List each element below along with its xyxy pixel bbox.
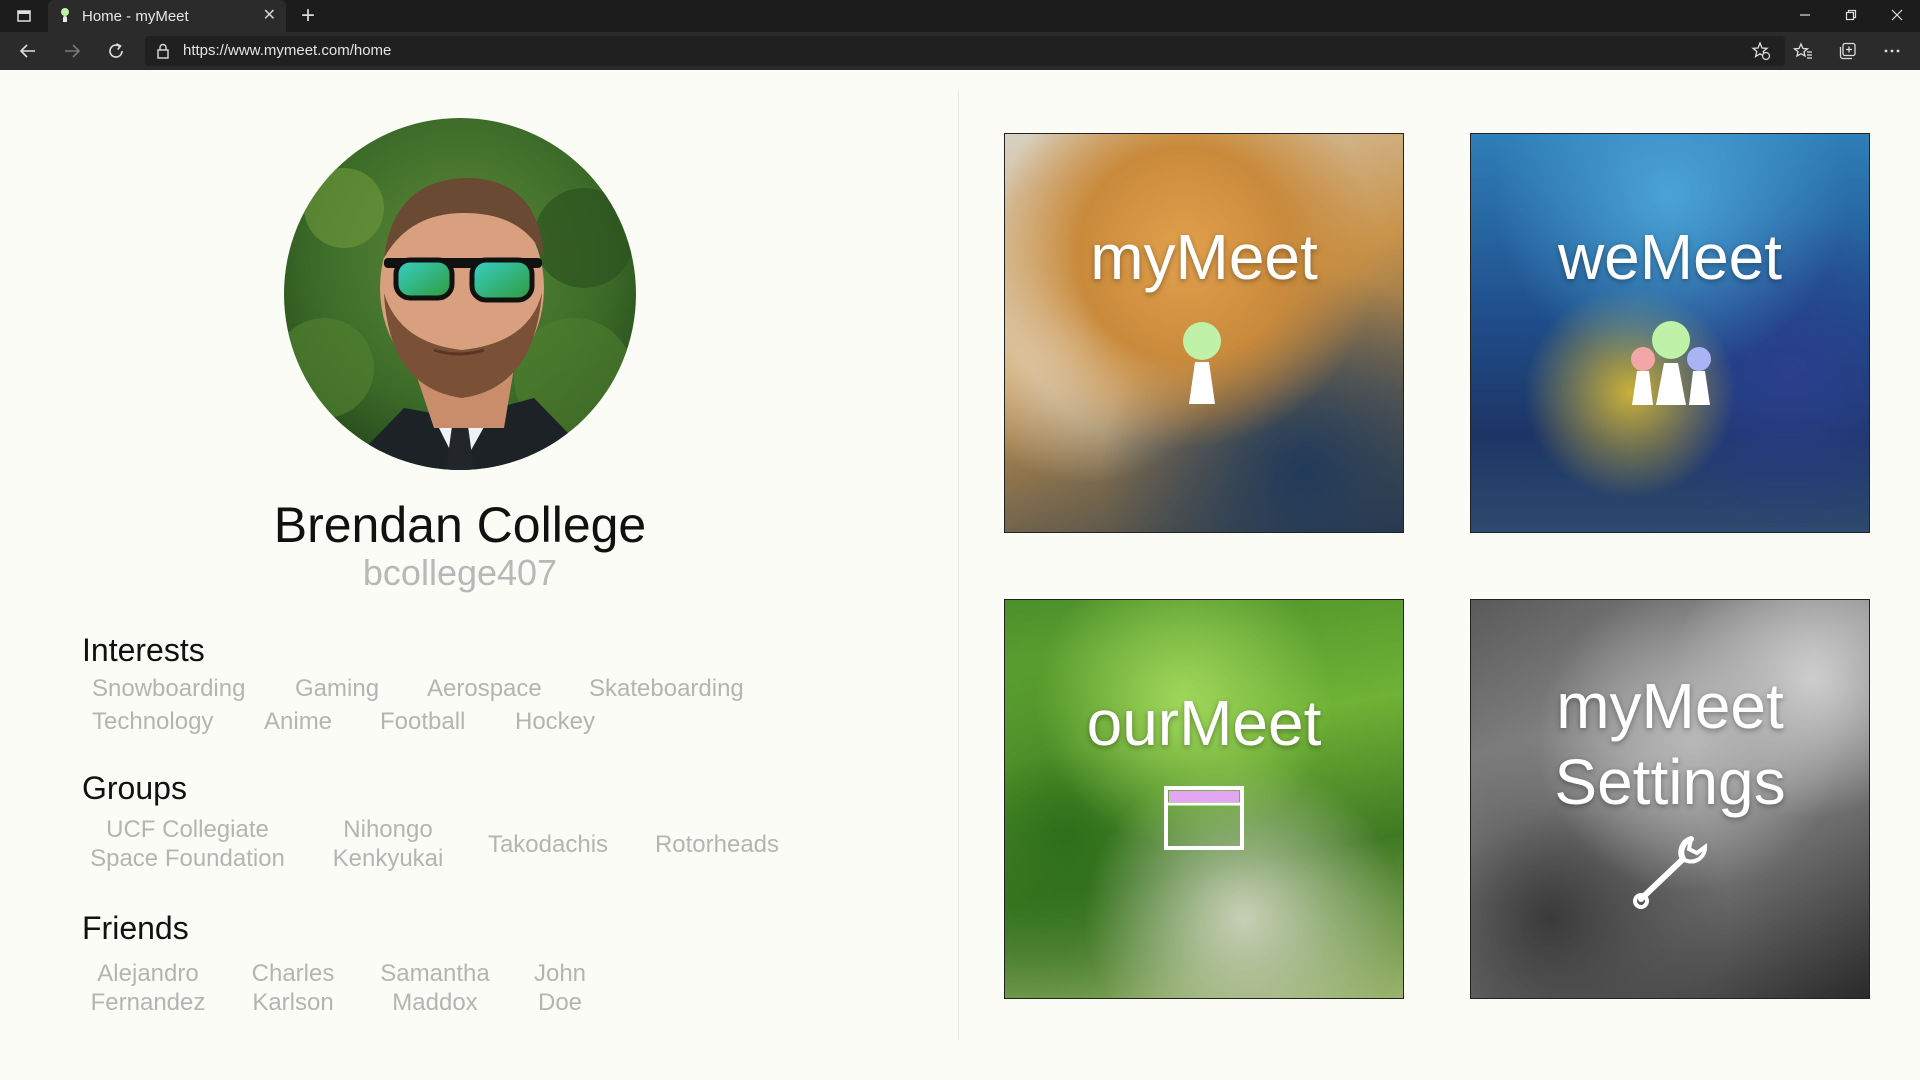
profile-username: bcollege407 (362, 552, 558, 593)
interest-item[interactable]: Anime (264, 708, 332, 736)
new-tab-button[interactable]: + (294, 2, 322, 30)
friend-item[interactable]: Alejandro Fernandez (82, 959, 214, 1017)
avatar-image (284, 118, 636, 470)
ourmeet-tile[interactable]: ourMeet (1004, 599, 1404, 999)
add-favorite-icon[interactable] (1751, 41, 1771, 61)
tab-actions-icon (17, 10, 31, 22)
wemeet-tile-label: weMeet (1557, 221, 1783, 293)
collections-icon (1839, 42, 1856, 60)
favorites-button[interactable] (1787, 37, 1819, 65)
minimize-button[interactable] (1782, 0, 1828, 30)
group-item-line1: Rotorheads (654, 831, 780, 858)
group-item-line2: Space Foundation (90, 845, 285, 872)
settings-tile-label-line1: myMeet (1556, 670, 1784, 742)
friend-item-line1: Samantha (380, 960, 490, 987)
group-item[interactable]: Takodachis (478, 830, 618, 859)
group-icon (1631, 321, 1711, 405)
refresh-icon (109, 43, 123, 58)
interest-item[interactable]: Gaming (295, 675, 379, 703)
group-item[interactable]: Nihongo Kenkyukai (318, 815, 458, 873)
settings-tile-label-line2: Settings (1554, 746, 1786, 818)
friend-item[interactable]: John Doe (520, 959, 600, 1017)
mymeet-tile-label: myMeet (1090, 221, 1318, 293)
close-icon (1891, 9, 1903, 21)
interest-item[interactable]: Snowboarding (92, 675, 245, 703)
forward-arrow-icon (65, 44, 81, 58)
interest-item[interactable]: Technology (92, 708, 213, 736)
friend-item-line1: Alejandro (97, 960, 199, 987)
close-window-button[interactable] (1874, 0, 1920, 30)
favorites-icon (1793, 42, 1812, 59)
interest-item[interactable]: Aerospace (427, 675, 542, 703)
friends-heading: Friends (82, 910, 189, 946)
friend-item-line2: Doe (537, 989, 583, 1016)
wrench-icon (1633, 836, 1707, 909)
interest-item[interactable]: Skateboarding (589, 675, 744, 703)
groups-heading: Groups (82, 770, 187, 806)
ourmeet-tile-label: ourMeet (1086, 687, 1322, 759)
group-item-line2: Kenkyukai (332, 845, 444, 872)
friend-item-line1: John (533, 960, 587, 987)
mymeet-favicon-icon (61, 8, 69, 22)
settings-tile[interactable]: myMeet Settings (1470, 599, 1870, 999)
friend-item-line2: Fernandez (90, 989, 206, 1016)
friend-item[interactable]: Charles Karlson (238, 959, 348, 1017)
page-content: Brendan College bcollege407 Interests Sn… (0, 70, 1920, 1080)
group-item[interactable]: UCF Collegiate Space Foundation (80, 815, 295, 873)
interests-heading: Interests (82, 632, 205, 668)
browser-titlebar: Home - myMeet ✕ + (0, 0, 1920, 32)
refresh-button[interactable] (100, 37, 132, 65)
back-button[interactable] (12, 37, 44, 65)
friend-item-line1: Charles (251, 960, 335, 987)
tab-title: Home - myMeet (82, 8, 189, 25)
profile-name: Brendan College (273, 497, 647, 553)
browser-toolbar: https://www.mymeet.com/home (0, 32, 1920, 70)
vertical-divider (958, 90, 959, 1040)
back-arrow-icon (19, 44, 35, 58)
mymeet-tile[interactable]: myMeet (1004, 133, 1404, 533)
forward-button[interactable] (56, 37, 88, 65)
lock-icon (157, 43, 169, 59)
tab-close-icon[interactable]: ✕ (263, 6, 276, 26)
url-text: https://www.mymeet.com/home (183, 42, 392, 59)
tab-actions-button[interactable] (10, 6, 38, 26)
group-item-line1: Nihongo (343, 816, 433, 843)
friend-item[interactable]: Samantha Maddox (370, 959, 500, 1017)
group-item-line1: UCF Collegiate (106, 816, 269, 843)
interest-item[interactable]: Hockey (515, 708, 595, 736)
interest-item[interactable]: Football (380, 708, 465, 736)
friend-item-line2: Maddox (392, 989, 478, 1016)
group-item-line1: Takodachis (487, 831, 609, 858)
restore-icon (1845, 9, 1857, 21)
window-icon (1164, 786, 1244, 850)
group-item[interactable]: Rotorheads (642, 830, 792, 859)
address-bar[interactable]: https://www.mymeet.com/home (145, 36, 1785, 66)
wemeet-tile[interactable]: weMeet (1470, 133, 1870, 533)
friend-item-line2: Karlson (252, 989, 334, 1016)
browser-tab[interactable]: Home - myMeet ✕ (48, 0, 286, 32)
collections-button[interactable] (1832, 37, 1864, 65)
more-icon (1884, 49, 1900, 53)
minimize-icon (1800, 14, 1810, 16)
settings-more-button[interactable] (1876, 37, 1908, 65)
restore-button[interactable] (1828, 0, 1874, 30)
person-icon (1183, 322, 1221, 404)
profile-avatar (284, 118, 636, 470)
